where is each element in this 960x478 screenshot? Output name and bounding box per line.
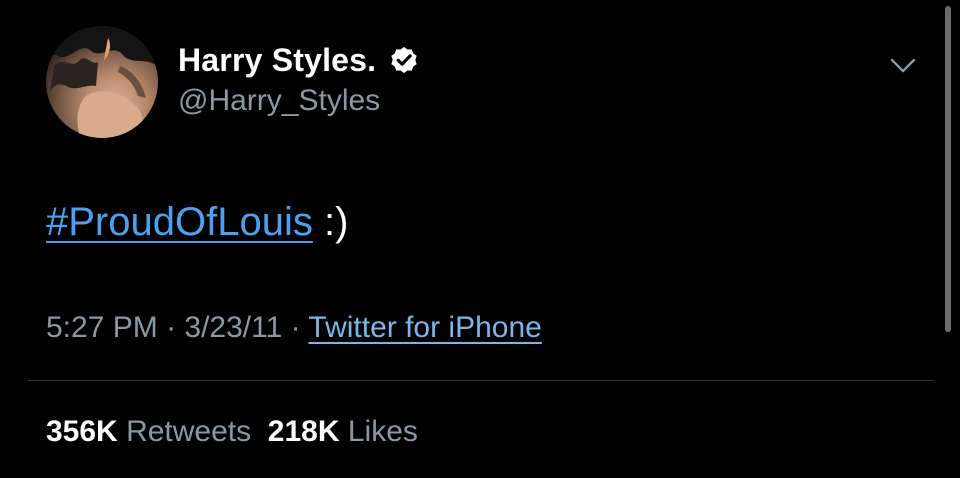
source-link[interactable]: Twitter for iPhone (308, 311, 541, 344)
engagement-stats: 356K Retweets 218K Likes (46, 412, 418, 452)
likes-count: 218K (267, 415, 340, 448)
tweet-detail: Harry Styles. @Harry_Styles #ProudOfLoui… (0, 0, 960, 478)
meta-separator: · (157, 311, 185, 344)
tweet-metadata: 5:27 PM · 3/23/11 · Twitter for iPhone (46, 308, 542, 348)
retweets-stat[interactable]: 356K Retweets (46, 415, 251, 448)
likes-label: Likes (347, 415, 418, 448)
chevron-down-icon[interactable] (888, 52, 918, 78)
user-handle[interactable]: @Harry_Styles (178, 82, 380, 120)
verified-badge-icon (391, 46, 417, 74)
display-name[interactable]: Harry Styles. (178, 40, 376, 80)
meta-separator: · (282, 311, 309, 344)
hashtag-link[interactable]: #ProudOfLouis (46, 200, 313, 244)
tweet-date: 3/23/11 (184, 311, 283, 344)
retweets-label: Retweets (126, 415, 252, 448)
avatar[interactable] (46, 26, 158, 138)
tweet-time: 5:27 PM (46, 311, 158, 344)
likes-stat[interactable]: 218K Likes (268, 415, 418, 448)
scrollbar[interactable] (945, 6, 951, 332)
tweet-text-rest: :) (312, 200, 349, 244)
divider (28, 380, 934, 381)
retweets-count: 356K (46, 415, 118, 448)
tweet-text: #ProudOfLouis :) (46, 196, 348, 248)
avatar-photo (46, 26, 158, 138)
